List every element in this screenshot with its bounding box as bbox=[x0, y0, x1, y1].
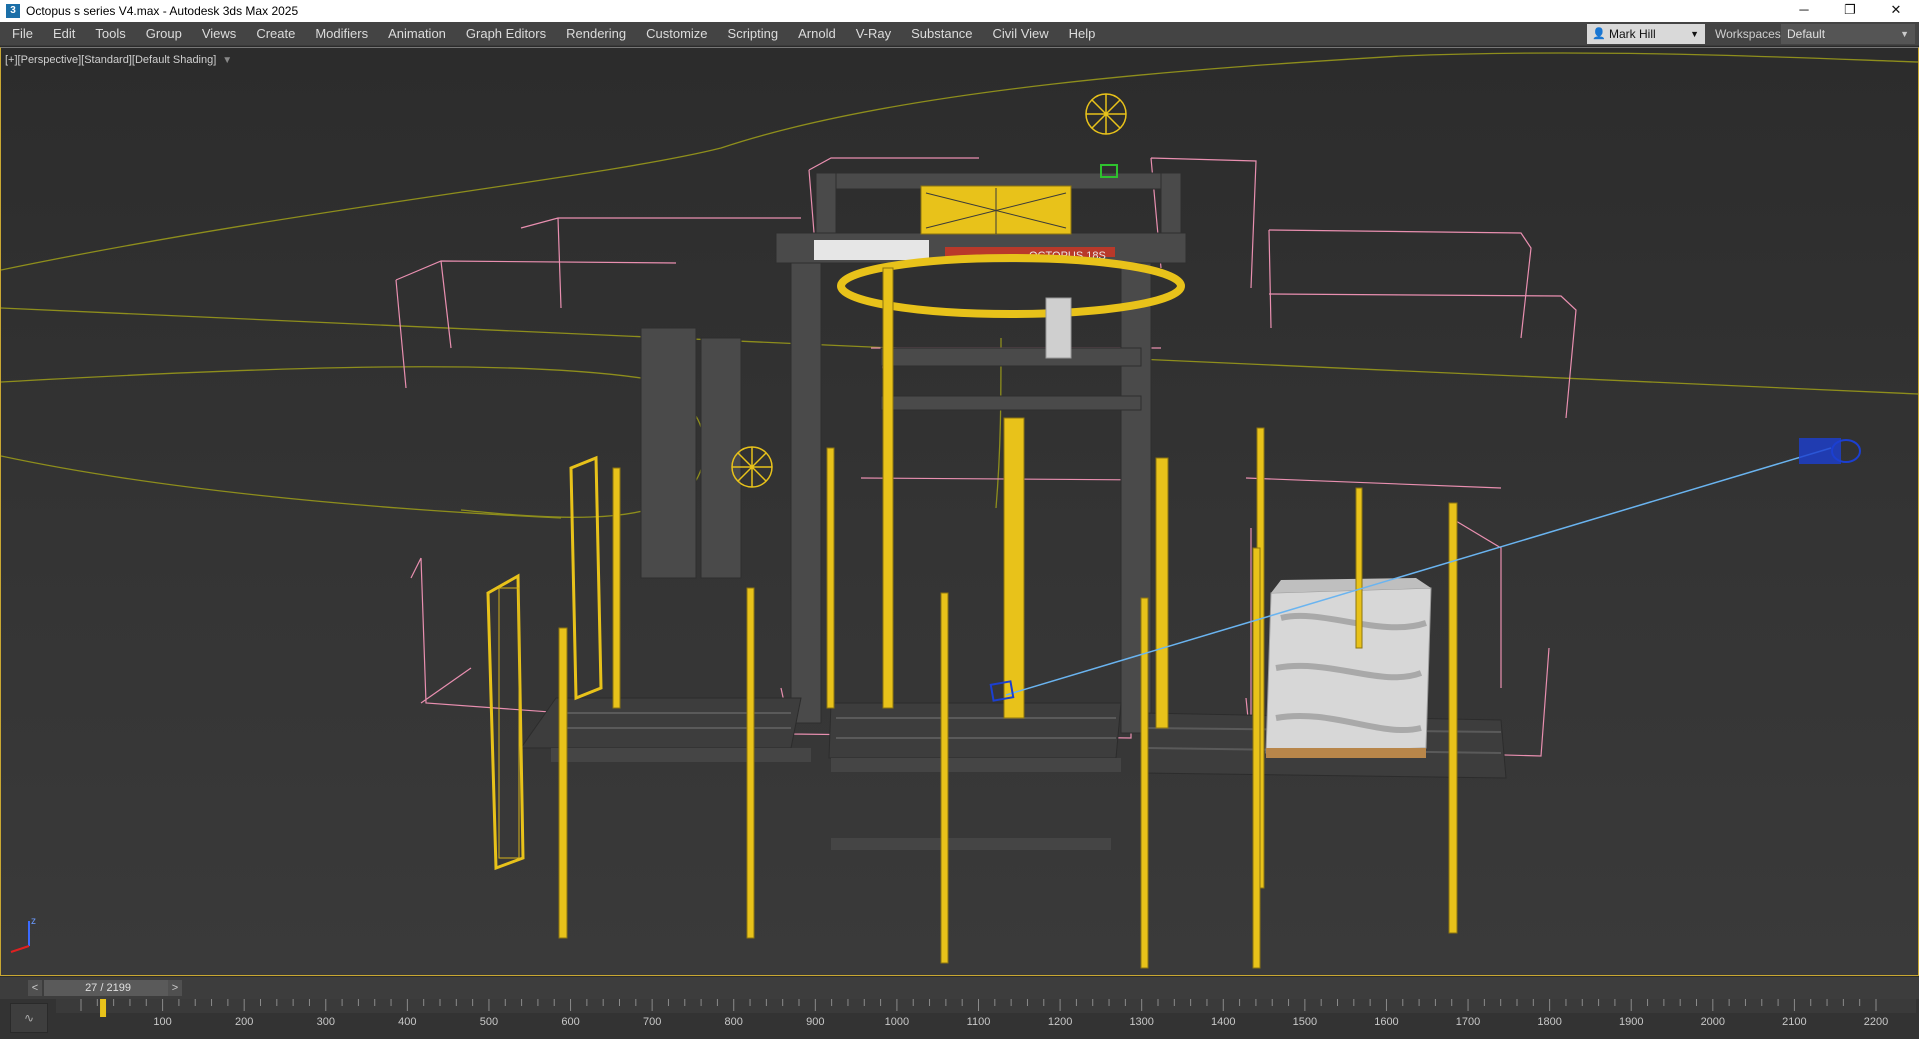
window-controls: ─ ❐ ✕ bbox=[1781, 0, 1919, 22]
timeline-tick-label: 2200 bbox=[1864, 1016, 1888, 1028]
timeline-tick-label: 200 bbox=[235, 1016, 253, 1028]
app-logo-icon: 3 bbox=[6, 4, 20, 18]
menu-vray[interactable]: V-Ray bbox=[846, 22, 901, 46]
next-frame-button[interactable]: > bbox=[168, 980, 182, 996]
menu-create[interactable]: Create bbox=[246, 22, 305, 46]
timeline-tick-label: 900 bbox=[806, 1016, 824, 1028]
menu-graph-editors[interactable]: Graph Editors bbox=[456, 22, 556, 46]
timeline-tick-label: 100 bbox=[153, 1016, 171, 1028]
menu-modifiers[interactable]: Modifiers bbox=[305, 22, 378, 46]
timeline-tick-label: 1700 bbox=[1456, 1016, 1480, 1028]
menu-views[interactable]: Views bbox=[192, 22, 246, 46]
menu-animation[interactable]: Animation bbox=[378, 22, 456, 46]
time-slider-thumb[interactable]: 27 / 2199 bbox=[44, 980, 172, 996]
timeline-tick-label: 2100 bbox=[1782, 1016, 1806, 1028]
window-title: Octopus s series V4.max - Autodesk 3ds M… bbox=[26, 4, 299, 18]
timeline-tick-label: 1000 bbox=[885, 1016, 909, 1028]
timeline-tick-label: 700 bbox=[643, 1016, 661, 1028]
chevron-down-icon: ▼ bbox=[1900, 29, 1909, 39]
viewport-point-of-view[interactable]: [Perspective] bbox=[18, 54, 82, 66]
menu-file[interactable]: File bbox=[0, 22, 43, 46]
restore-button[interactable]: ❐ bbox=[1827, 0, 1873, 22]
menu-substance[interactable]: Substance bbox=[901, 22, 982, 46]
curve-editor-icon[interactable]: ∿ bbox=[10, 1003, 48, 1033]
viewport-maximize-toggle[interactable]: [+] bbox=[5, 54, 18, 66]
viewport-shading[interactable]: [Default Shading] bbox=[132, 54, 216, 66]
menu-customize[interactable]: Customize bbox=[636, 22, 717, 46]
timeline-tick-label: 500 bbox=[480, 1016, 498, 1028]
viewport-standard[interactable]: [Standard] bbox=[81, 54, 132, 66]
workspace-select[interactable]: Default ▼ bbox=[1781, 24, 1915, 44]
menu-tools[interactable]: Tools bbox=[85, 22, 135, 46]
3ds-max-window: 3 Octopus s series V4.max - Autodesk 3ds… bbox=[0, 0, 1919, 1039]
filter-icon[interactable]: ▼ bbox=[222, 55, 232, 66]
menu-civil-view[interactable]: Civil View bbox=[983, 22, 1059, 46]
workspaces-label: Workspaces: bbox=[1715, 27, 1785, 41]
white-panel bbox=[814, 240, 929, 260]
timeline-ruler[interactable]: 100 200 300 400 500 600 700 800 900 1000 1100 1200 1… bbox=[56, 999, 1916, 1039]
timeline-tick-label: 1100 bbox=[967, 1016, 991, 1028]
title-bar: 3 Octopus s series V4.max - Autodesk 3ds… bbox=[0, 0, 1919, 22]
menu-arnold[interactable]: Arnold bbox=[788, 22, 846, 46]
menu-edit[interactable]: Edit bbox=[43, 22, 85, 46]
time-slider[interactable]: < 27 / 2199 > bbox=[0, 977, 1919, 999]
timeline-tick-label: 1200 bbox=[1048, 1016, 1072, 1028]
perspective-viewport[interactable]: [+][Perspective][Standard][Default Shadi… bbox=[0, 47, 1919, 976]
timeline-tick-label: 1400 bbox=[1211, 1016, 1235, 1028]
current-frame-marker[interactable] bbox=[100, 999, 107, 1017]
timeline-tick-label: 1500 bbox=[1293, 1016, 1317, 1028]
axis-z-label: z bbox=[31, 916, 36, 927]
3d-scene[interactable]: OCTOPUS 18S bbox=[1, 48, 1918, 975]
timeline-tick-label: 1900 bbox=[1619, 1016, 1643, 1028]
timeline-tick-label: 2000 bbox=[1701, 1016, 1725, 1028]
menu-help[interactable]: Help bbox=[1059, 22, 1106, 46]
menu-scripting[interactable]: Scripting bbox=[718, 22, 789, 46]
menu-rendering[interactable]: Rendering bbox=[556, 22, 636, 46]
menu-group[interactable]: Group bbox=[136, 22, 192, 46]
axis-tripod-icon: z bbox=[10, 916, 36, 953]
prev-frame-button[interactable]: < bbox=[28, 980, 42, 996]
user-name: Mark Hill bbox=[1609, 27, 1656, 41]
wrapped-pallet bbox=[1265, 578, 1432, 758]
timeline-tick-label: 600 bbox=[561, 1016, 579, 1028]
user-icon: 👤 bbox=[1592, 28, 1606, 40]
timeline-tick-label: 1600 bbox=[1374, 1016, 1398, 1028]
spline-paths bbox=[1, 52, 1918, 519]
user-account-dropdown[interactable]: 👤 Mark Hill ▼ bbox=[1587, 24, 1705, 44]
minimize-button[interactable]: ─ bbox=[1781, 0, 1827, 22]
close-button[interactable]: ✕ bbox=[1873, 0, 1919, 22]
timeline-tick-label: 1300 bbox=[1129, 1016, 1153, 1028]
timeline-tick-label: 400 bbox=[398, 1016, 416, 1028]
menu-bar: File Edit Tools Group Views Create Modif… bbox=[0, 22, 1919, 46]
workspace-value: Default bbox=[1787, 27, 1826, 41]
timeline-tick-label: 1800 bbox=[1537, 1016, 1561, 1028]
track-bar[interactable]: ∿ 100 200 300 400 500 600 700 800 900 1000 1100 120… bbox=[0, 999, 1919, 1039]
chevron-down-icon: ▼ bbox=[1690, 29, 1699, 39]
timeline-tick-label: 300 bbox=[317, 1016, 335, 1028]
viewport-label: [+][Perspective][Standard][Default Shadi… bbox=[5, 54, 232, 66]
timeline-tick-label: 800 bbox=[725, 1016, 743, 1028]
